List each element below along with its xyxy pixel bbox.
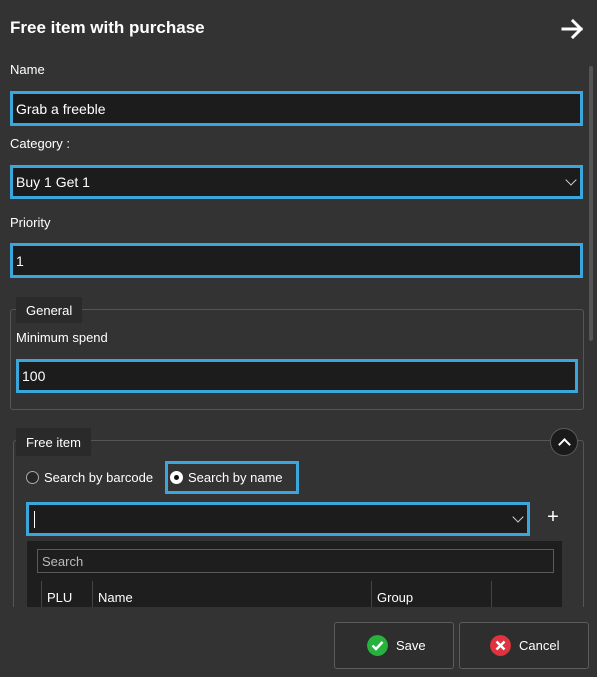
chevron-up-icon [558,438,571,451]
free-item-legend: Free item [16,428,91,456]
dialog-title: Free item with purchase [10,18,205,37]
minimum-spend-label: Minimum spend [16,330,108,345]
general-legend: General [16,297,83,323]
dialog-header: Free item with purchase [0,0,597,58]
scrollbar-thumb[interactable] [589,66,593,341]
save-label: Save [396,638,426,653]
chevron-down-icon [512,511,524,523]
item-dropdown-panel: PLU Name Group [27,541,562,607]
save-button[interactable]: Save [334,622,454,669]
radio-search-by-name[interactable]: Search by name [170,470,283,485]
arrow-right-icon[interactable] [561,18,585,40]
name-label: Name [10,62,45,77]
priority-input[interactable] [10,243,583,278]
chevron-down-icon [565,174,577,186]
column-header-name[interactable]: Name [92,581,372,607]
radio-search-by-barcode[interactable]: Search by barcode [26,470,153,485]
text-caret [34,511,35,528]
radio-barcode-label: Search by barcode [44,470,154,485]
column-header-group[interactable]: Group [371,581,491,607]
close-icon [490,635,511,656]
radio-checked-icon [170,471,183,484]
category-select[interactable]: Buy 1 Get 1 [10,165,583,199]
name-input[interactable] [10,91,583,126]
category-select-value: Buy 1 Get 1 [16,174,90,190]
cancel-button[interactable]: Cancel [459,622,589,669]
column-header-extra [491,581,562,607]
add-item-button[interactable]: + [543,506,563,528]
column-header-plu[interactable]: PLU [41,581,93,607]
cancel-label: Cancel [519,638,560,653]
check-icon [367,635,388,656]
minimum-spend-input[interactable] [16,359,578,393]
category-label: Category : [10,136,70,151]
collapse-button[interactable] [550,428,578,456]
radio-name-label: Search by name [188,470,283,485]
radio-icon [26,471,39,484]
priority-label: Priority [10,215,51,230]
free-item-select[interactable] [26,502,530,536]
item-search-input[interactable] [37,549,554,573]
